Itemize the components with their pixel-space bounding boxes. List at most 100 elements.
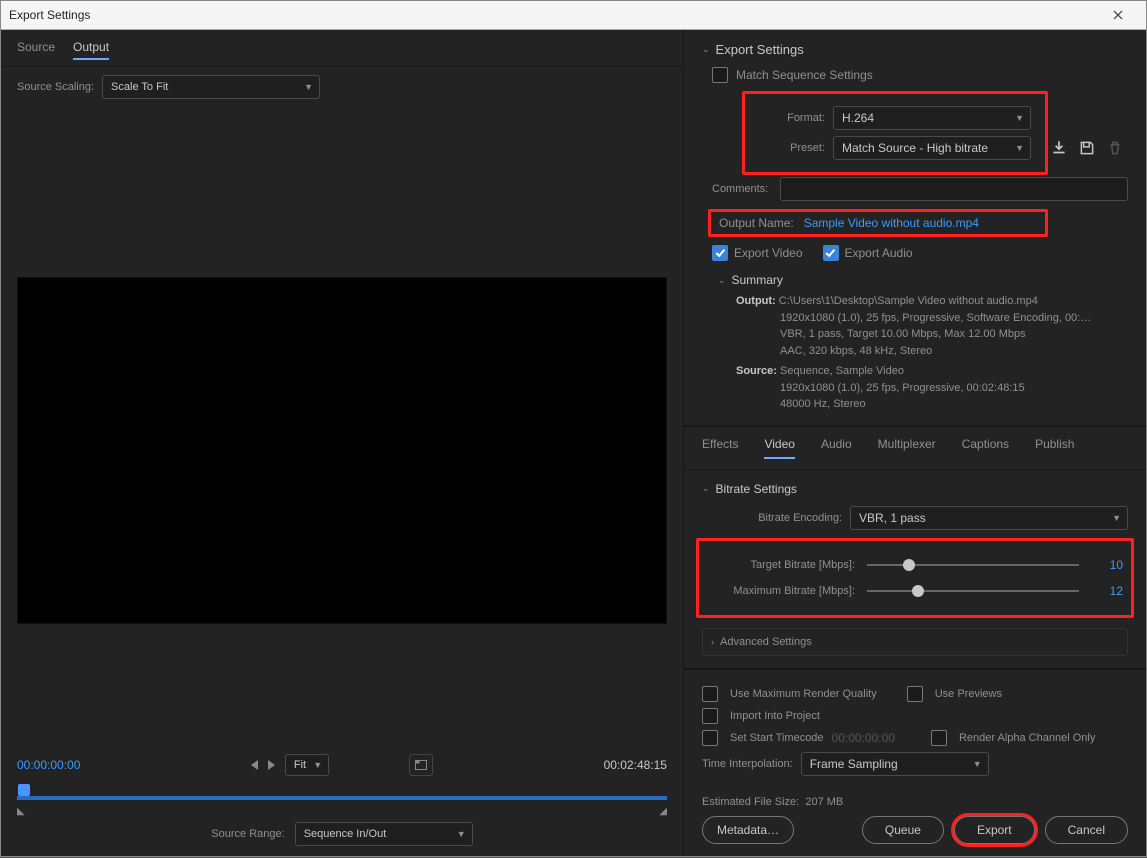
out-bracket-icon[interactable]: ◢ (659, 806, 667, 817)
chevron-down-icon: ▼ (457, 829, 466, 839)
close-icon (1113, 10, 1123, 20)
source-scaling-value: Scale To Fit (111, 81, 168, 93)
comments-input[interactable] (780, 177, 1128, 201)
render-alpha-checkbox[interactable] (931, 730, 947, 746)
time-interp-label: Time Interpolation: (702, 758, 793, 770)
chevron-down-icon: ▼ (304, 82, 313, 92)
use-previews-label: Use Previews (935, 688, 1002, 700)
in-bracket-icon[interactable]: ◣ (17, 806, 25, 817)
section-export-settings[interactable]: ⌄ Export Settings (702, 42, 1128, 57)
tab-source[interactable]: Source (17, 40, 55, 60)
tab-output[interactable]: Output (73, 40, 109, 60)
section-advanced[interactable]: › Advanced Settings (702, 628, 1128, 656)
timecode-end: 00:02:48:15 (604, 758, 667, 772)
max-render-quality-checkbox[interactable] (702, 686, 718, 702)
section-header-text: Export Settings (716, 42, 804, 57)
preview-tabs: Source Output (1, 30, 683, 67)
summary-source-line2: 1920x1080 (1.0), 25 fps, Progressive, 00… (736, 380, 1128, 397)
import-preset-icon[interactable] (1050, 139, 1068, 157)
titlebar-title: Export Settings (9, 8, 1098, 22)
tab-video[interactable]: Video (764, 437, 794, 459)
target-bitrate-value[interactable]: 10 (1091, 558, 1123, 572)
set-start-timecode-label: Set Start Timecode (730, 732, 824, 744)
export-video-checkbox[interactable] (712, 245, 728, 261)
summary-output-line3: VBR, 1 pass, Target 10.00 Mbps, Max 12.0… (736, 326, 1128, 343)
bitrate-encoding-select[interactable]: VBR, 1 pass ▼ (850, 506, 1128, 530)
playhead[interactable] (18, 784, 30, 796)
step-back-icon[interactable] (251, 760, 258, 770)
tab-captions[interactable]: Captions (962, 437, 1009, 459)
set-start-timecode-checkbox[interactable] (702, 730, 718, 746)
source-scaling-select[interactable]: Scale To Fit ▼ (102, 75, 320, 99)
settings-panel: ⌄ Export Settings Match Sequence Setting… (684, 30, 1146, 856)
chevron-down-icon: ▼ (1015, 113, 1024, 123)
aspect-ratio-button[interactable] (409, 754, 433, 776)
export-audio-checkbox[interactable] (823, 245, 839, 261)
max-render-quality-label: Use Maximum Render Quality (730, 688, 877, 700)
tab-audio[interactable]: Audio (821, 437, 852, 459)
summary-output-path: C:\Users\1\Desktop\Sample Video without … (779, 295, 1038, 307)
summary-output-label: Output: (736, 295, 776, 307)
format-value: H.264 (842, 111, 874, 125)
time-interp-value: Frame Sampling (810, 757, 898, 771)
time-interp-select[interactable]: Frame Sampling ▼ (801, 752, 989, 776)
section-bitrate[interactable]: ⌄ Bitrate Settings (702, 482, 1128, 496)
bitrate-encoding-label: Bitrate Encoding: (732, 512, 842, 524)
chevron-down-icon: ▼ (973, 759, 982, 769)
tab-publish[interactable]: Publish (1035, 437, 1074, 459)
source-range-label: Source Range: (211, 828, 284, 840)
step-fwd-icon[interactable] (268, 760, 275, 770)
output-name-link[interactable]: Sample Video without audio.mp4 (804, 216, 979, 230)
format-select[interactable]: H.264 ▼ (833, 106, 1031, 130)
max-bitrate-value[interactable]: 12 (1091, 584, 1123, 598)
source-range-value: Sequence In/Out (304, 828, 387, 840)
zoom-fit-select[interactable]: Fit ▼ (285, 754, 329, 776)
estimated-size-value: 207 MB (805, 796, 843, 808)
save-preset-icon[interactable] (1078, 139, 1096, 157)
match-sequence-checkbox[interactable] (712, 67, 728, 83)
target-bitrate-slider[interactable] (867, 557, 1079, 573)
summary-source-line1: Sequence, Sample Video (780, 365, 904, 377)
timecode-start[interactable]: 00:00:00:00 (17, 758, 80, 772)
cancel-button-label: Cancel (1068, 823, 1105, 837)
chevron-down-icon: ⌄ (718, 275, 726, 286)
render-alpha-label: Render Alpha Channel Only (959, 732, 1095, 744)
chevron-down-icon: ▼ (1112, 513, 1121, 523)
bitrate-encoding-value: VBR, 1 pass (859, 511, 926, 525)
chevron-down-icon: ⌄ (702, 44, 710, 55)
export-audio-label: Export Audio (845, 246, 913, 260)
chevron-down-icon: ⌄ (702, 483, 710, 494)
export-button[interactable]: Export (954, 816, 1035, 844)
tab-effects[interactable]: Effects (702, 437, 738, 459)
bitrate-header-text: Bitrate Settings (716, 482, 797, 496)
source-range-select[interactable]: Sequence In/Out ▼ (295, 822, 473, 846)
export-video-label: Export Video (734, 246, 803, 260)
export-settings-dialog: Export Settings Source Output Source Sca… (0, 0, 1147, 857)
cancel-button[interactable]: Cancel (1045, 816, 1128, 844)
summary-output-line4: AAC, 320 kbps, 48 kHz, Stereo (736, 343, 1128, 360)
chevron-down-icon: ▼ (313, 760, 322, 770)
max-bitrate-label: Maximum Bitrate [Mbps]: (707, 585, 855, 597)
preview-panel: Source Output Source Scaling: Scale To F… (1, 30, 684, 856)
advanced-settings-label: Advanced Settings (720, 636, 812, 648)
import-into-project-checkbox[interactable] (702, 708, 718, 724)
summary-header-text: Summary (732, 273, 783, 287)
tab-multiplexer[interactable]: Multiplexer (878, 437, 936, 459)
export-button-label: Export (977, 823, 1012, 837)
summary-output-line2: 1920x1080 (1.0), 25 fps, Progressive, So… (736, 310, 1128, 327)
source-scaling-label: Source Scaling: (17, 81, 94, 93)
queue-button[interactable]: Queue (862, 816, 944, 844)
use-previews-checkbox[interactable] (907, 686, 923, 702)
preset-select[interactable]: Match Source - High bitrate ▼ (833, 136, 1031, 160)
delete-preset-icon[interactable] (1106, 139, 1124, 157)
timeline[interactable]: ◣ ◢ (17, 782, 667, 812)
max-bitrate-slider[interactable] (867, 583, 1079, 599)
close-button[interactable] (1098, 1, 1138, 29)
summary-header[interactable]: ⌄ Summary (718, 273, 1128, 287)
preview-canvas (17, 277, 667, 624)
summary-source-label: Source: (736, 365, 777, 377)
metadata-button[interactable]: Metadata… (702, 816, 794, 844)
aspect-icon (415, 760, 427, 770)
titlebar: Export Settings (1, 1, 1146, 30)
encoder-tabs: Effects Video Audio Multiplexer Captions… (684, 426, 1146, 470)
